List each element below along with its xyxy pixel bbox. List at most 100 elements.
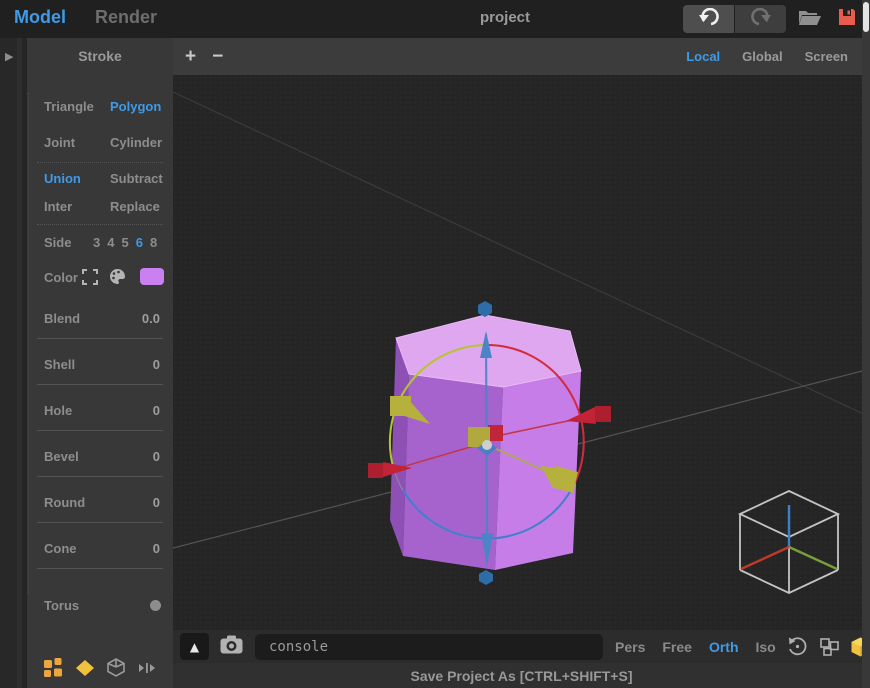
hole-slider[interactable] <box>37 430 163 431</box>
undo-redo-group <box>683 5 786 33</box>
redo-icon <box>750 7 772 31</box>
round-label: Round <box>44 495 86 510</box>
torus-toggle[interactable] <box>150 600 161 611</box>
space-tab-screen[interactable]: Screen <box>805 49 848 64</box>
left-rail: ▶ <box>0 38 22 688</box>
save-icon <box>837 7 857 32</box>
view-orientation-cube[interactable] <box>737 490 841 594</box>
add-button[interactable]: + <box>173 38 204 75</box>
bevel-slider[interactable] <box>37 476 163 477</box>
reset-view-icon[interactable] <box>787 636 808 657</box>
view-mode-tabs: Pers Free Orth Iso <box>615 639 776 655</box>
orientation-axis-z <box>788 545 838 571</box>
orientation-axis-x <box>740 545 790 571</box>
side-option-8[interactable]: 8 <box>150 235 157 250</box>
blend-slider[interactable] <box>37 338 163 339</box>
undo-icon <box>698 7 720 31</box>
panel-expand-arrow-icon[interactable]: ▶ <box>5 50 13 63</box>
viewport-action-icons <box>787 636 870 657</box>
option-inter[interactable]: Inter <box>44 199 72 214</box>
tab-model[interactable]: Model <box>14 7 66 28</box>
view-mode-iso[interactable]: Iso <box>756 639 776 655</box>
side-option-3[interactable]: 3 <box>93 235 100 250</box>
remove-button[interactable]: − <box>204 38 231 75</box>
color-label: Color <box>44 270 78 285</box>
option-cylinder[interactable]: Cylinder <box>110 135 162 150</box>
hole-value[interactable]: 0 <box>153 403 160 418</box>
stroke-panel: Stroke Triangle Polygon Joint Cylinder U… <box>27 38 173 688</box>
expand-console-button[interactable]: ▲ <box>180 633 209 660</box>
side-option-4[interactable]: 4 <box>107 235 114 250</box>
view-mode-orth[interactable]: Orth <box>709 639 739 655</box>
center-red-cube[interactable] <box>488 425 503 441</box>
palette-icon[interactable] <box>109 268 126 288</box>
app-window: Model Render project ▶ Stroke Triangle P… <box>0 0 870 688</box>
torus-label: Torus <box>44 598 80 613</box>
panel-title: Stroke <box>78 48 122 64</box>
side-options: 3 4 5 6 8 <box>93 235 157 250</box>
option-polygon[interactable]: Polygon <box>110 99 161 114</box>
page-scrollbar[interactable] <box>862 0 870 688</box>
side-label: Side <box>44 235 72 250</box>
viewport-toolbar: + − Local Global Screen <box>173 38 870 75</box>
undo-button[interactable] <box>683 5 734 33</box>
view-mode-pers[interactable]: Pers <box>615 639 645 655</box>
option-joint[interactable]: Joint <box>44 135 75 150</box>
cone-slider[interactable] <box>37 568 163 569</box>
divider <box>37 162 163 163</box>
redo-button[interactable] <box>735 5 786 33</box>
panel-guide-line <box>28 93 29 593</box>
option-replace[interactable]: Replace <box>110 199 160 214</box>
camera-icon <box>220 635 243 659</box>
viewport-canvas[interactable] <box>173 75 870 630</box>
pick-frame-icon[interactable] <box>82 269 98 288</box>
space-tab-local[interactable]: Local <box>686 49 720 64</box>
project-title: project <box>480 9 531 26</box>
open-project-button[interactable] <box>797 6 823 32</box>
scale-upper-left-handle[interactable] <box>390 396 411 416</box>
round-slider[interactable] <box>37 522 163 523</box>
shapes-grid-icon[interactable] <box>44 658 63 677</box>
option-triangle[interactable]: Triangle <box>44 99 94 114</box>
cone-label: Cone <box>44 541 77 556</box>
move-x-left-handle[interactable] <box>368 463 383 478</box>
view-mode-free[interactable]: Free <box>662 639 692 655</box>
status-message: Save Project As [CTRL+SHIFT+S] <box>410 667 633 684</box>
option-subtract[interactable]: Subtract <box>110 171 163 186</box>
tab-render[interactable]: Render <box>95 7 157 28</box>
triangle-up-icon: ▲ <box>189 639 200 654</box>
bevel-value[interactable]: 0 <box>153 449 160 464</box>
divider <box>37 224 163 225</box>
shell-label: Shell <box>44 357 76 372</box>
panel-footer-icons <box>27 658 173 677</box>
color-swatch[interactable] <box>140 268 164 285</box>
diamond-icon[interactable] <box>76 659 94 676</box>
center-sphere[interactable] <box>482 440 492 450</box>
move-x-right-handle[interactable] <box>595 406 611 422</box>
space-tab-global[interactable]: Global <box>742 49 782 64</box>
shell-slider[interactable] <box>37 384 163 385</box>
cube-outline-icon[interactable] <box>107 658 125 677</box>
move-y-up-handle[interactable] <box>478 301 492 317</box>
viewport-layout-icon[interactable] <box>819 637 839 656</box>
bevel-label: Bevel <box>44 449 79 464</box>
screenshot-button[interactable] <box>216 633 246 660</box>
move-y-down-handle[interactable] <box>479 570 493 585</box>
bottom-bar: ▲ Pers Free Orth Iso <box>173 630 870 663</box>
console-input[interactable] <box>255 633 603 660</box>
cone-value[interactable]: 0 <box>153 541 160 556</box>
option-union[interactable]: Union <box>44 171 81 186</box>
main-area: + − Local Global Screen ▲ console Pers F… <box>173 38 870 688</box>
transform-space-tabs: Local Global Screen <box>686 49 870 64</box>
folder-icon <box>798 8 822 31</box>
status-bar: Save Project As [CTRL+SHIFT+S] <box>173 663 870 688</box>
blend-value[interactable]: 0.0 <box>142 311 160 326</box>
blend-label: Blend <box>44 311 81 326</box>
round-value[interactable]: 0 <box>153 495 160 510</box>
side-option-5[interactable]: 5 <box>121 235 128 250</box>
shell-value[interactable]: 0 <box>153 357 160 372</box>
scrollbar-thumb[interactable] <box>863 2 869 32</box>
mirror-icon[interactable] <box>138 662 156 674</box>
side-option-6[interactable]: 6 <box>136 235 143 250</box>
save-project-button[interactable] <box>834 6 860 32</box>
